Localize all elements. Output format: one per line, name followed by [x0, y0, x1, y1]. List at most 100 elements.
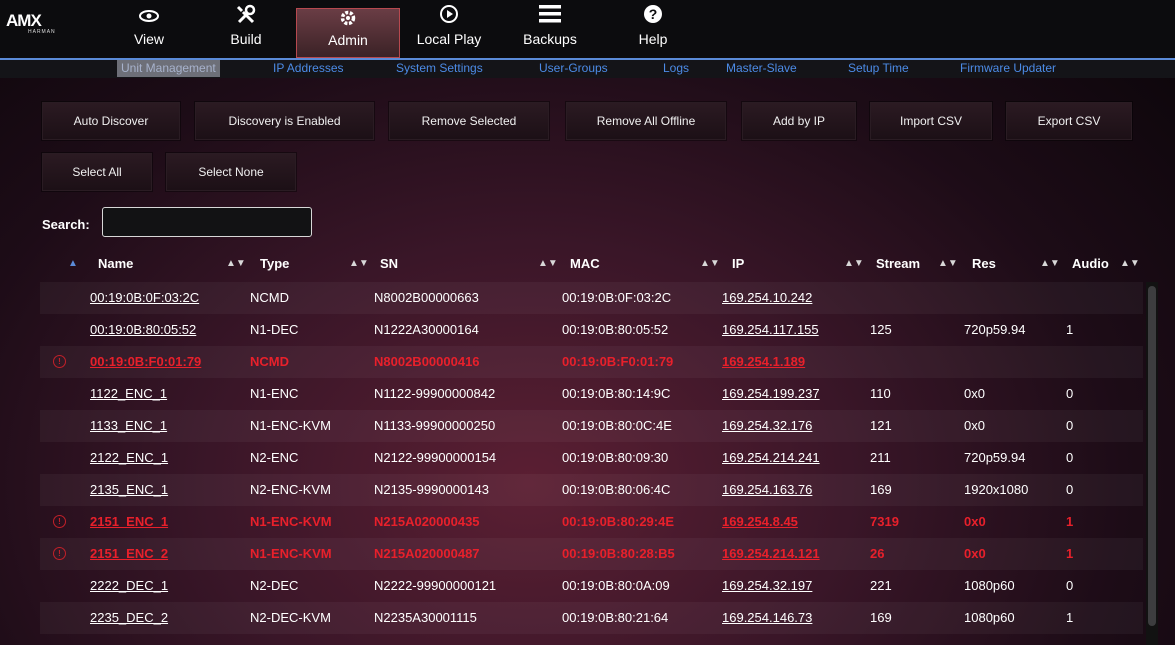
remove-selected-button[interactable]: Remove Selected	[389, 102, 549, 140]
cell-ip[interactable]: 169.254.199.237	[722, 378, 820, 410]
cell-audio: 0	[1066, 482, 1074, 497]
cell-name[interactable]: 2235_DEC_2	[90, 602, 168, 634]
cell-type: N2-ENC	[250, 450, 299, 465]
cell-mac: 00:19:0B:80:28:B5	[562, 546, 675, 561]
auto-discover-button[interactable]: Auto Discover	[42, 102, 180, 140]
cell-stream: 26	[870, 546, 885, 561]
cell-sn: N2122-99900000154	[374, 450, 497, 465]
sort-icon[interactable]: ▲▼	[1040, 248, 1060, 280]
column-header-sn[interactable]: SN	[380, 248, 398, 280]
device-table-body: 00:19:0B:0F:03:2C NCMD N8002B00000663 00:19…	[40, 282, 1143, 645]
sort-asc-icon[interactable]: ▲	[68, 248, 78, 280]
table-scrollbar-thumb[interactable]	[1148, 286, 1156, 626]
table-row[interactable]: 1133_ENC_1 N1-ENC-KVM N1133-99900000250 00:…	[40, 410, 1143, 442]
nav-help-label: Help	[638, 31, 668, 47]
cell-audio: 0	[1066, 386, 1074, 401]
sort-icon[interactable]: ▲▼	[700, 248, 720, 280]
cell-res: 720p59.94	[964, 450, 1026, 465]
subnav-setup-time[interactable]: Setup Time	[848, 61, 909, 75]
column-header-audio[interactable]: Audio	[1072, 248, 1109, 280]
cell-ip[interactable]: 169.254.214.121	[722, 538, 820, 570]
nav-help-button[interactable]: ? Help	[632, 4, 674, 56]
nav-admin-button[interactable]: Admin	[296, 8, 400, 58]
column-header-mac[interactable]: MAC	[570, 248, 600, 280]
table-row[interactable]: 2235_DEC_2 N2-DEC-KVM N2235A30001115 00:19:…	[40, 602, 1143, 634]
sort-icon[interactable]: ▲▼	[938, 248, 958, 280]
cell-name[interactable]: 1122_ENC_1	[90, 378, 167, 410]
subnav-master-slave[interactable]: Master-Slave	[726, 61, 797, 75]
column-header-res[interactable]: Res	[972, 248, 996, 280]
add-by-ip-button[interactable]: Add by IP	[742, 102, 856, 140]
column-header-type[interactable]: Type	[260, 248, 289, 280]
cell-stream: 125	[870, 322, 892, 337]
subnav-firmware-updater[interactable]: Firmware Updater	[960, 61, 1056, 75]
cell-stream: 211	[870, 450, 891, 465]
table-row-offline[interactable]: ! 2151_ENC_2 N1-ENC-KVM N215A020000487 00:19…	[40, 538, 1143, 570]
cell-mac: 00:19:0B:80:29:4E	[562, 514, 675, 529]
cell-name[interactable]: 2135_ENC_1	[90, 474, 168, 506]
nav-view-button[interactable]: View	[120, 4, 178, 56]
sort-icon[interactable]: ▲▼	[349, 248, 369, 280]
cell-name[interactable]: 2151_ENC_1	[90, 506, 168, 538]
cell-ip[interactable]: 169.254.8.45	[722, 506, 798, 538]
cell-name[interactable]: 00:19:0B:0F:03:2C	[90, 282, 199, 314]
sort-icon[interactable]: ▲▼	[844, 248, 864, 280]
cell-type: N1-ENC-KVM	[250, 514, 332, 529]
subnav-unit-management[interactable]: Unit Management	[117, 60, 220, 77]
table-row[interactable]: 2122_ENC_1 N2-ENC N2122-99900000154 00:19:0…	[40, 442, 1143, 474]
cell-sn: N8002B00000663	[374, 290, 479, 305]
cell-name[interactable]: 00:19:0B:F0:01:79	[90, 346, 201, 378]
nav-local-play-button[interactable]: Local Play	[408, 4, 490, 56]
cell-audio: 1	[1066, 322, 1074, 337]
sort-icon[interactable]: ▲▼	[1120, 248, 1140, 280]
cell-mac: 00:19:0B:80:0C:4E	[562, 418, 672, 433]
table-row[interactable]: 2222_DEC_1 N2-DEC N2222-99900000121 00:19:0…	[40, 570, 1143, 602]
table-row[interactable]: 2135_ENC_1 N2-ENC-KVM N2135-9990000143 00:1…	[40, 474, 1143, 506]
top-nav-bar: AMX HARMAN View Build Admin Local Play B…	[0, 0, 1175, 58]
table-row[interactable]: 00:19:0B:80:05:52 N1-DEC N1222A30000164 00:…	[40, 314, 1143, 346]
table-row-offline[interactable]: ! 00:19:0B:F0:01:79 NCMD N8002B00000416 00:1…	[40, 346, 1143, 378]
search-input[interactable]	[102, 207, 312, 237]
table-row[interactable]: 1122_ENC_1 N1-ENC N1122-99900000842 00:19:0…	[40, 378, 1143, 410]
select-all-button[interactable]: Select All	[42, 153, 152, 191]
subnav-system-settings[interactable]: System Settings	[396, 61, 483, 75]
import-csv-button[interactable]: Import CSV	[870, 102, 992, 140]
cell-mac: 00:19:0B:0F:03:2C	[562, 290, 672, 305]
subnav-user-groups[interactable]: User-Groups	[539, 61, 608, 75]
remove-all-offline-button[interactable]: Remove All Offline	[566, 102, 726, 140]
cell-ip[interactable]: 169.254.32.176	[722, 410, 812, 442]
cell-ip[interactable]: 169.254.32.197	[722, 570, 812, 602]
table-scrollbar[interactable]	[1146, 282, 1158, 645]
nav-build-button[interactable]: Build	[218, 4, 274, 56]
discovery-enabled-button[interactable]: Discovery is Enabled	[195, 102, 374, 140]
cell-ip[interactable]: 169.254.214.241	[722, 442, 820, 474]
column-header-stream[interactable]: Stream	[876, 248, 920, 280]
cell-name[interactable]: 2122_ENC_1	[90, 442, 168, 474]
nav-backups-button[interactable]: Backups	[514, 4, 586, 56]
cell-ip[interactable]: 169.254.1.189	[722, 346, 805, 378]
cell-name[interactable]: 00:19:0B:80:05:52	[90, 314, 196, 346]
subnav-ip-addresses[interactable]: IP Addresses	[273, 61, 344, 75]
subnav-logs[interactable]: Logs	[663, 61, 689, 75]
cell-name[interactable]: 2151_ENC_2	[90, 538, 168, 570]
cell-name[interactable]: 2222_DEC_1	[90, 570, 168, 602]
cell-ip[interactable]: 169.254.10.242	[722, 282, 812, 314]
cell-audio: 1	[1066, 546, 1074, 561]
column-header-ip[interactable]: IP	[732, 248, 744, 280]
column-header-name[interactable]: Name	[98, 248, 133, 280]
select-none-button[interactable]: Select None	[166, 153, 296, 191]
cell-ip[interactable]: 169.254.146.73	[722, 602, 812, 634]
cell-stream: 169	[870, 482, 892, 497]
table-row-offline[interactable]: ! 2151_ENC_1 N1-ENC-KVM N215A020000435 00:19…	[40, 506, 1143, 538]
logo-sub-text: HARMAN	[28, 29, 56, 35]
cell-type: N2-DEC-KVM	[250, 610, 331, 625]
sort-icon[interactable]: ▲▼	[538, 248, 558, 280]
sort-icon[interactable]: ▲▼	[226, 248, 246, 280]
cell-name[interactable]: 1133_ENC_1	[90, 410, 167, 442]
export-csv-button[interactable]: Export CSV	[1006, 102, 1132, 140]
cell-ip[interactable]: 169.254.163.76	[722, 474, 812, 506]
table-row[interactable]: 00:19:0B:0F:03:2C NCMD N8002B00000663 00:19…	[40, 282, 1143, 314]
cell-ip[interactable]: 169.254.117.155	[722, 314, 819, 346]
cell-res: 0x0	[964, 514, 986, 529]
cell-audio: 0	[1066, 450, 1074, 465]
